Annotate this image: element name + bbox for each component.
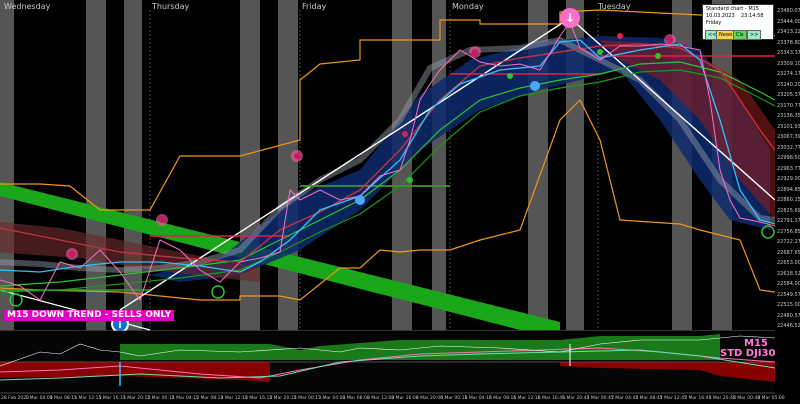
info-day: Friday bbox=[706, 20, 722, 26]
time-tick-label: 6 Mar 00:15 bbox=[440, 396, 468, 401]
trend-banner: M15 DOWN TREND - SELLS ONLY bbox=[4, 310, 175, 321]
price-tick-label: 23032.775 bbox=[777, 144, 800, 151]
time-tick-label: 1 Mar 20:15 bbox=[123, 396, 151, 401]
price-tick-label: 22618.525 bbox=[777, 270, 800, 277]
time-tick-label: 1 Mar 08:15 bbox=[49, 396, 77, 401]
price-tick-label: 22791.375 bbox=[777, 218, 800, 224]
price-tick-label: 23413.225 bbox=[777, 29, 800, 35]
time-tick-label: 3 Mar 04:00 bbox=[318, 396, 346, 401]
price-tick-label: 23067.395 bbox=[777, 134, 800, 140]
down-arrow-icon: ↓ bbox=[560, 8, 580, 28]
price-tick-label: 22963.775 bbox=[777, 165, 800, 172]
time-tick-label: 2 Mar 04:15 bbox=[171, 396, 199, 401]
day-label: Thursday bbox=[152, 2, 190, 11]
time-tick-label: 7 Mar 20:45 bbox=[708, 396, 736, 401]
time-tick-label: 8 Mar 05:00 bbox=[757, 396, 785, 401]
price-tick-label: 22515.000 bbox=[777, 302, 800, 308]
price-tick-label: 23444.000 bbox=[777, 18, 800, 25]
price-tick-label: 23343.375 bbox=[777, 50, 800, 56]
time-tick-label: 6 Mar 20:45 bbox=[562, 396, 590, 401]
price-tick-label: 23274.175 bbox=[777, 71, 800, 77]
day-label: Monday bbox=[452, 2, 484, 11]
time-tick-label: 1 Mar 04:00 bbox=[25, 396, 53, 401]
chart-window[interactable]: ↓ i Wednesday Thursday Friday Monday Tue… bbox=[0, 0, 800, 404]
time-tick-label: 6 Mar 04:15 bbox=[464, 396, 492, 401]
time-tick-label: 8 Mar 00:45 bbox=[733, 396, 761, 401]
price-tick-label: 22480.575 bbox=[777, 312, 800, 319]
price-tick-label: 22825.695 bbox=[777, 207, 800, 214]
close-button[interactable]: Cls bbox=[733, 30, 747, 40]
time-tick-label: 3 Mar 12:00 bbox=[367, 396, 395, 401]
subwindow bbox=[0, 330, 776, 393]
time-tick-label: 7 Mar 00:45 bbox=[586, 396, 614, 401]
time-tick-label: 3 Mar 16:00 bbox=[391, 396, 419, 401]
svg-text:↓: ↓ bbox=[565, 11, 575, 25]
price-tick-label: 22446.525 bbox=[777, 323, 800, 329]
next-button[interactable]: >> bbox=[747, 30, 762, 40]
time-tick-label: 6 Mar 08:15 bbox=[489, 396, 517, 401]
time-tick-label: 7 Mar 16:45 bbox=[684, 396, 712, 401]
time-tick-label: 2 Mar 16:15 bbox=[245, 396, 273, 401]
chart-info-panel: Standard chart - M15 10.03.2023 23:14:58… bbox=[702, 4, 774, 40]
time-tick-label: 1 Mar 16:15 bbox=[98, 396, 126, 401]
day-label: Friday bbox=[302, 2, 327, 11]
price-tick-label: 23240.200 bbox=[777, 81, 800, 88]
price-tick-label: 23480.075 bbox=[777, 8, 800, 14]
time-tick-label: 7 Mar 08:45 bbox=[635, 396, 663, 401]
time-tick-label: 2 Mar 12:15 bbox=[220, 396, 248, 401]
price-tick-label: 22653.000 bbox=[777, 260, 800, 266]
day-label: Wednesday bbox=[4, 2, 51, 11]
time-tick-label: 6 Mar 16:45 bbox=[537, 396, 565, 401]
time-tick-label: 6 Mar 12:15 bbox=[513, 396, 541, 401]
price-tick-label: 22929.000 bbox=[777, 176, 800, 182]
time-tick-label: 1 Mar 12:15 bbox=[74, 396, 102, 401]
price-tick-label: 23170.775 bbox=[777, 102, 800, 109]
price-tick-label: 22756.850 bbox=[777, 228, 800, 235]
price-tick-label: 22894.850 bbox=[777, 186, 800, 193]
svg-text:i: i bbox=[118, 320, 121, 331]
time-tick-label: 3 Mar 20:00 bbox=[415, 396, 443, 401]
time-tick-label: 7 Mar 12:45 bbox=[659, 396, 687, 401]
subwindow-symbol-label: STD DJI30 bbox=[720, 348, 776, 359]
time-tick-label: 2 Mar 00:15 bbox=[147, 396, 175, 401]
price-tick-label: 23205.375 bbox=[777, 92, 800, 98]
price-tick-label: 23309.100 bbox=[777, 60, 800, 67]
price-tick-label: 22549.575 bbox=[777, 291, 800, 298]
time-tick-label: 7 Mar 04:45 bbox=[611, 396, 639, 401]
price-tick-label: 22998.500 bbox=[777, 155, 800, 161]
price-tick-label: 23136.350 bbox=[777, 113, 800, 119]
info-date: 10.03.2023 bbox=[706, 13, 735, 19]
time-tick-label: 2 Mar 20:15 bbox=[269, 396, 297, 401]
price-tick-label: 22584.000 bbox=[777, 281, 800, 287]
info-time: 23:14:58 bbox=[741, 13, 764, 19]
info-title: Standard chart - M15 bbox=[706, 6, 759, 12]
price-tick-label: 22860.150 bbox=[777, 197, 800, 203]
time-tick-label: 3 Mar 00:15 bbox=[293, 396, 321, 401]
time-tick-label: 3 Mar 08:00 bbox=[342, 396, 370, 401]
price-chart[interactable]: ↓ i bbox=[0, 0, 800, 404]
price-tick-label: 23378.800 bbox=[777, 39, 800, 46]
price-tick-label: 22687.650 bbox=[777, 249, 800, 256]
time-tick-label: 2 Mar 08:15 bbox=[196, 396, 224, 401]
price-tick-label: 23101.935 bbox=[777, 123, 800, 130]
price-tick-label: 22722.275 bbox=[777, 239, 800, 245]
day-label: Tuesday bbox=[598, 2, 631, 11]
